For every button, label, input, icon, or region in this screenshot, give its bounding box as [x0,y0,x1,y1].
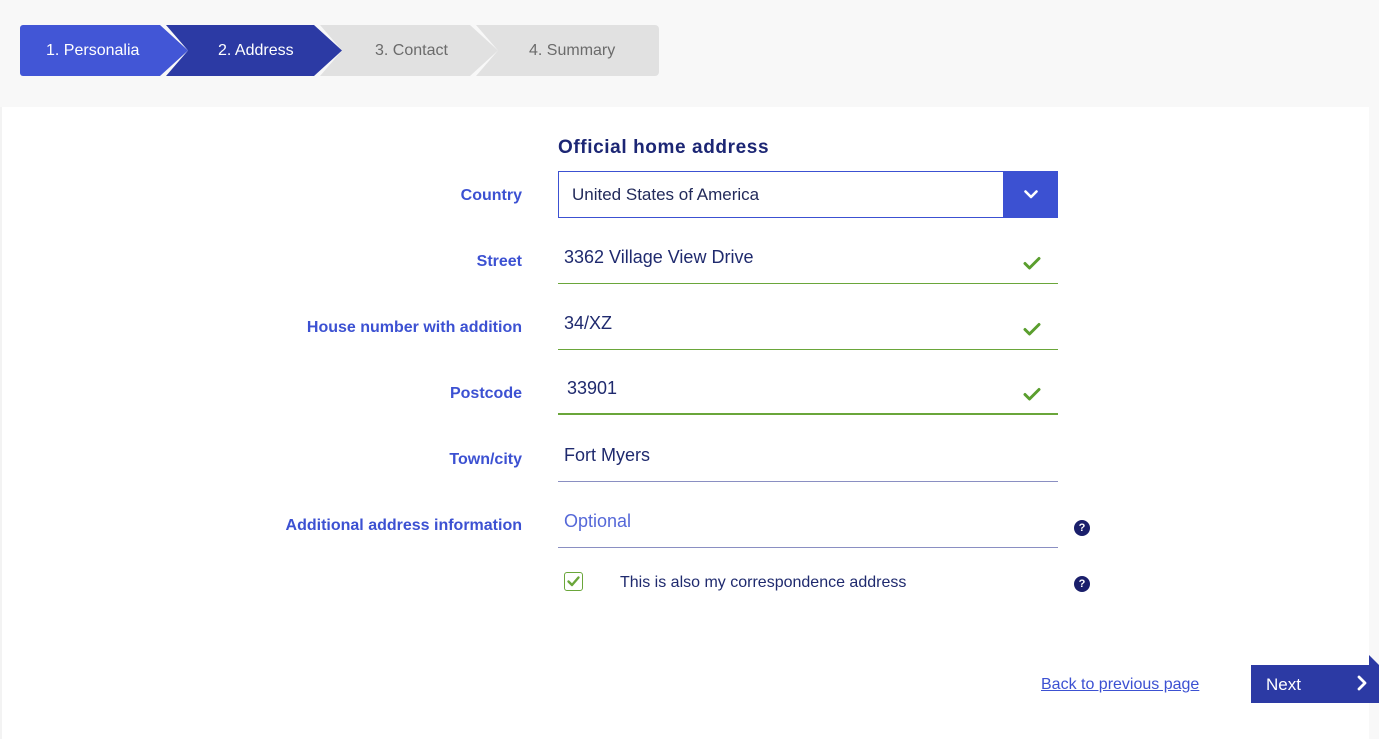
step-label: 2. Address [218,41,294,59]
step-summary: 4. Summary [476,25,659,76]
check-icon [1023,257,1041,270]
step-address: 2. Address [166,25,342,76]
correspondence-checkbox[interactable] [564,572,583,591]
check-icon [567,576,580,587]
page-edge [1369,0,1379,739]
step-label: 4. Summary [529,41,616,59]
street-input[interactable]: 3362 Village View Drive [558,236,1058,284]
postcode-value: 33901 [567,378,618,398]
country-select-value: United States of America [572,185,760,204]
progress-stepper: 1. Personalia 3. Contact 4. Summary 2. A… [20,25,659,76]
chevron-right-icon [1357,675,1367,691]
additional-input[interactable]: Optional [558,500,1058,548]
town-label: Town/city [449,451,522,468]
next-button[interactable]: Next [1251,665,1379,703]
step-label: 3. Contact [375,41,448,59]
page-edge-left [0,107,2,739]
country-dropdown-button[interactable] [1003,171,1058,218]
postcode-label: Postcode [449,385,522,402]
street-label: Street [476,253,522,270]
step-contact: 3. Contact [320,25,498,76]
house-number-input[interactable]: 34/XZ [558,302,1058,350]
back-link[interactable]: Back to previous page [1041,676,1199,694]
step-label: 1. Personalia [46,41,140,59]
house-number-label: House number with addition [306,319,522,336]
additional-label: Additional address information [285,517,522,534]
question-circle-icon[interactable]: ? [1074,576,1090,592]
country-label: Country [460,187,522,204]
section-title: Official home address [558,137,770,158]
town-value: Fort Myers [564,445,651,465]
country-select[interactable]: United States of America [558,171,1058,218]
question-circle-icon[interactable]: ? [1074,520,1090,536]
correspondence-label: This is also my correspondence address [620,574,907,591]
house-number-value: 34/XZ [564,313,613,333]
check-icon [1023,323,1041,336]
street-value: 3362 Village View Drive [564,247,754,267]
additional-placeholder: Optional [564,511,632,531]
postcode-input[interactable]: 33901 [558,367,1058,415]
check-icon [1023,388,1041,401]
chevron-down-icon [1023,190,1038,199]
step-personalia[interactable]: 1. Personalia [20,25,188,76]
town-input[interactable]: Fort Myers [558,434,1058,482]
next-button-label: Next [1266,675,1301,694]
